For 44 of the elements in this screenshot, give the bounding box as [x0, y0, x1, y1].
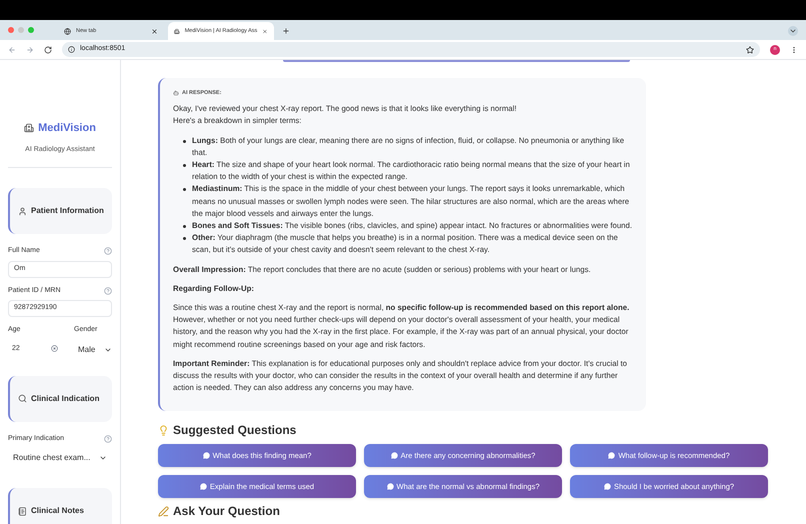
section-title: Clinical Indication — [31, 392, 100, 404]
maximize-window-icon[interactable] — [28, 27, 34, 33]
info-icon[interactable] — [68, 46, 75, 53]
section-heading: Suggested Questions — [173, 422, 296, 440]
indication-select[interactable]: Routine chest exam... — [8, 452, 112, 464]
brand-title: MediVision — [38, 121, 96, 136]
gender-select[interactable]: Male — [74, 344, 112, 356]
section-title: Clinical Notes — [31, 505, 84, 517]
hospital-icon — [24, 123, 34, 134]
help-icon[interactable] — [104, 247, 112, 256]
reload-icon[interactable] — [44, 46, 52, 54]
speech-bubble-icon — [202, 452, 210, 460]
forward-icon[interactable] — [26, 46, 34, 54]
speech-bubble-icon — [390, 452, 398, 460]
section-title: Patient Information — [31, 205, 104, 217]
robot-icon — [173, 90, 179, 96]
speech-bubble-icon — [604, 483, 611, 490]
close-tab-icon[interactable] — [151, 28, 158, 34]
section-icon — [18, 394, 27, 403]
chevron-icon — [99, 454, 107, 462]
tab-search-icon[interactable] — [788, 26, 798, 36]
speech-bubble-icon — [386, 483, 394, 490]
help-icon[interactable] — [104, 434, 112, 443]
pen-icon — [158, 506, 169, 517]
speech-bubble-icon — [608, 452, 616, 460]
section-icon — [18, 206, 27, 216]
bullet-icon — [183, 164, 186, 168]
bullet-icon — [183, 237, 186, 240]
back-icon[interactable] — [8, 46, 16, 54]
close-tab-icon[interactable] — [262, 28, 268, 34]
bullet-icon — [183, 225, 186, 228]
bullet-icon — [183, 188, 186, 192]
close-window-icon[interactable] — [8, 27, 14, 33]
new-tab-icon[interactable] — [282, 27, 290, 35]
bullet-icon — [183, 140, 186, 143]
lightbulb-icon — [158, 424, 169, 436]
section-icon — [18, 506, 27, 516]
section-heading: Ask Your Question — [173, 504, 280, 518]
help-icon[interactable] — [104, 286, 112, 295]
bookmark-icon[interactable] — [746, 46, 754, 54]
clear-icon[interactable] — [51, 345, 58, 352]
hospital-icon — [174, 28, 180, 34]
globe-icon — [64, 28, 71, 34]
speech-bubble-icon — [200, 483, 207, 490]
